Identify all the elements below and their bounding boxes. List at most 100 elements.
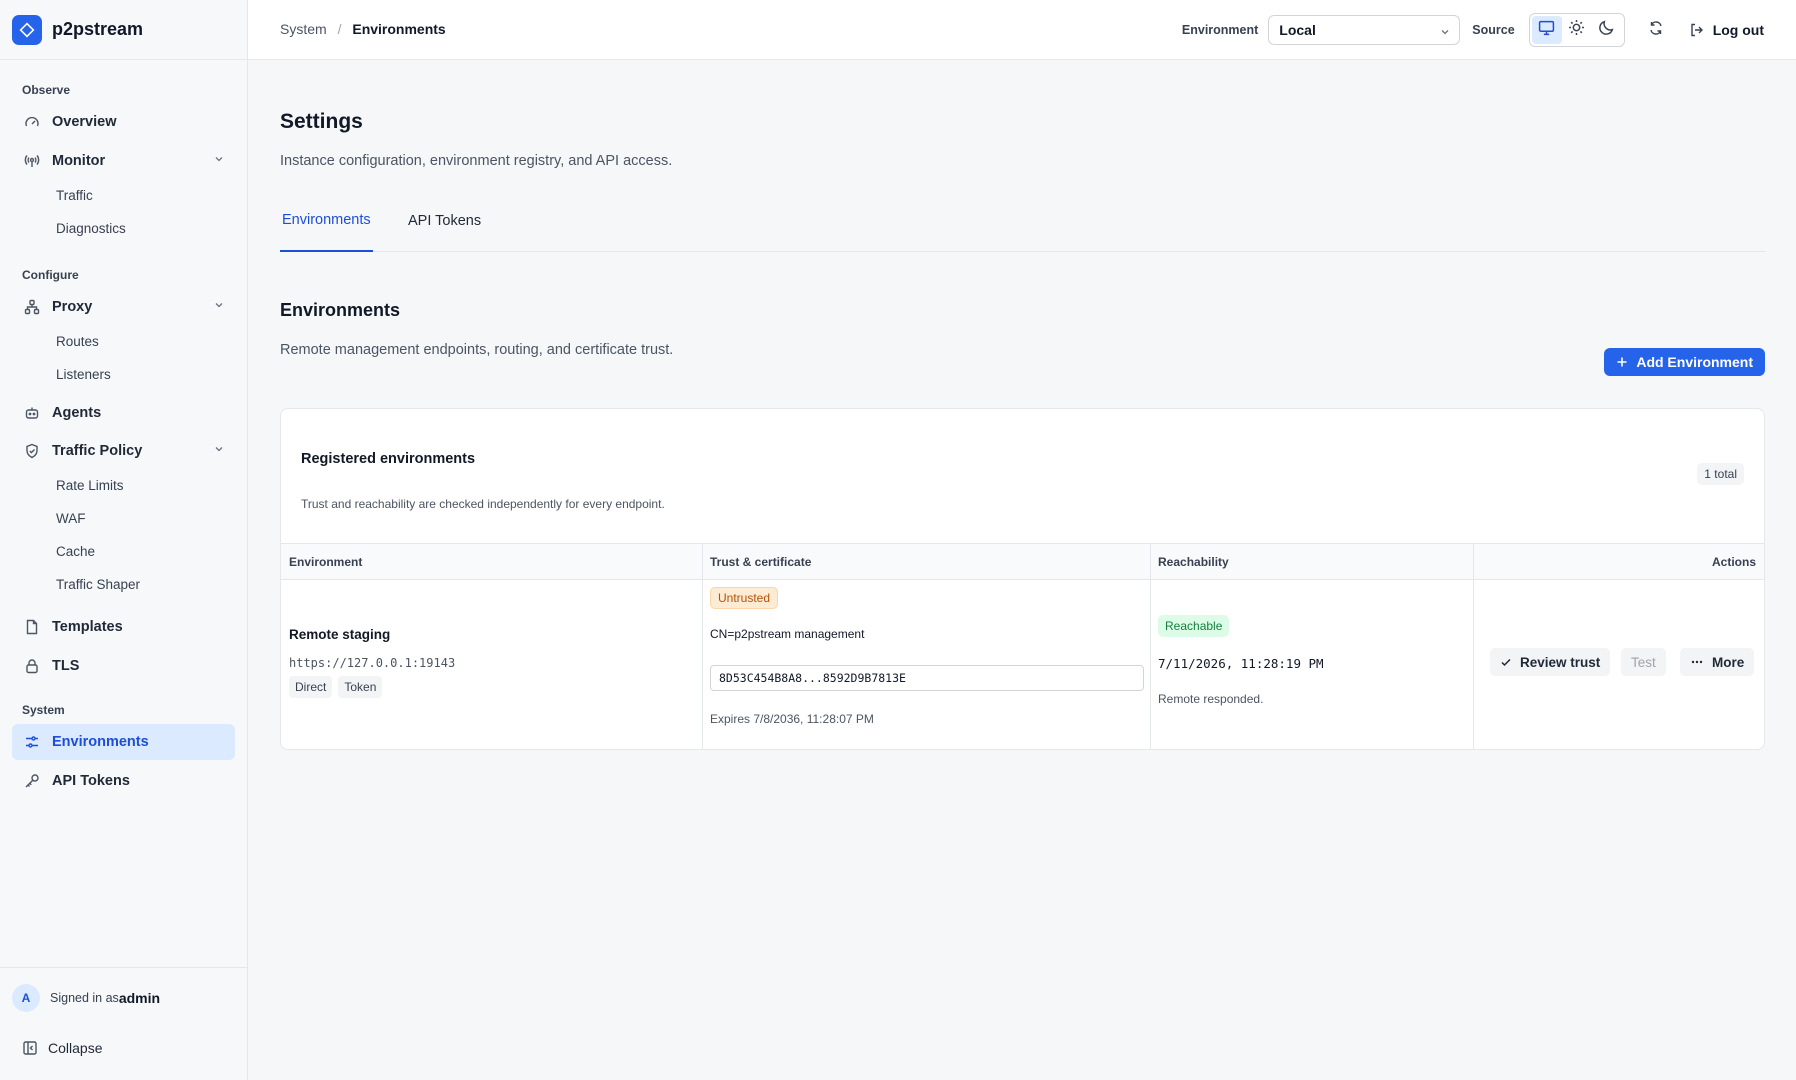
- chevron-down-icon: [213, 443, 225, 459]
- environment-tags: Direct Token: [289, 676, 388, 698]
- theme-switcher: [1528, 13, 1625, 47]
- brand[interactable]: p2pstream: [0, 0, 247, 60]
- sidebar-item-templates[interactable]: Templates: [12, 609, 235, 645]
- sidebar-item-api-tokens[interactable]: API Tokens: [12, 763, 235, 799]
- column-divider: [1473, 544, 1474, 749]
- environment-name: Remote staging: [289, 627, 391, 642]
- registered-environments-card: Registered environments Trust and reacha…: [280, 408, 1765, 750]
- sidebar: p2pstream Observe Overview Monitor Traff…: [0, 0, 248, 1080]
- sidebar-item-label: Traffic Policy: [52, 443, 143, 459]
- source-label: Source: [1472, 23, 1515, 37]
- certificate-cn: CN=p2pstream management: [710, 627, 865, 641]
- sidebar-subitem-listeners[interactable]: Listeners: [12, 358, 235, 391]
- sidebar-item-tls[interactable]: TLS: [12, 648, 235, 684]
- add-environment-label: Add Environment: [1636, 354, 1753, 370]
- refresh-button[interactable]: [1641, 15, 1671, 45]
- tab-environments[interactable]: Environments: [280, 190, 373, 252]
- logout-label: Log out: [1712, 22, 1764, 38]
- signed-in-prefix: Signed in as: [50, 991, 119, 1005]
- plus-icon: [1616, 356, 1628, 368]
- column-header-reachability: Reachability: [1158, 555, 1229, 569]
- brand-logo-icon: [12, 14, 42, 45]
- environment-select-value: Local: [1279, 22, 1316, 38]
- brand-name: p2pstream: [52, 19, 144, 39]
- settings-tabs: Environments API Tokens: [280, 190, 1766, 252]
- signed-in-username: admin: [118, 990, 161, 1006]
- theme-system-button[interactable]: [1531, 16, 1562, 44]
- lock-icon: [22, 656, 42, 676]
- check-icon: [1501, 658, 1511, 667]
- tag-token: Token: [338, 676, 383, 698]
- test-button[interactable]: Test: [1621, 648, 1666, 676]
- breadcrumb: System / Environments: [280, 21, 446, 37]
- review-trust-label: Review trust: [1520, 654, 1601, 670]
- chevron-down-icon: [213, 153, 225, 169]
- sidebar-item-monitor[interactable]: Monitor: [12, 143, 235, 179]
- sidebar-item-proxy[interactable]: Proxy: [12, 289, 235, 325]
- sidebar-subitem-rate-limits[interactable]: Rate Limits: [12, 469, 235, 502]
- column-divider: [1150, 544, 1151, 749]
- breadcrumb-parent[interactable]: System: [280, 21, 327, 37]
- card-subtitle: Trust and reachability are checked indep…: [301, 497, 665, 511]
- table-header: Environment Trust & certificate Reachabi…: [281, 544, 1764, 580]
- certificate-fingerprint-field[interactable]: 8D53C454B8A8...8592D9B7813E: [710, 665, 1144, 691]
- sidebar-subitem-diagnostics[interactable]: Diagnostics: [12, 212, 235, 245]
- sidebar-subitem-cache[interactable]: Cache: [12, 535, 235, 568]
- column-header-actions: Actions: [1711, 555, 1756, 569]
- radio-tower-icon: [22, 151, 42, 171]
- tag-direct: Direct: [289, 676, 333, 698]
- sidebar-item-label: Proxy: [52, 299, 93, 315]
- nav-section-system: System: [22, 703, 65, 717]
- sidebar-item-agents[interactable]: Agents: [12, 395, 235, 431]
- shield-icon: [22, 441, 42, 461]
- untrusted-badge: Untrusted: [710, 587, 779, 609]
- page-title: Settings: [280, 110, 363, 133]
- top-bar-controls: Environment Local Source Log out: [1182, 0, 1772, 60]
- sidebar-item-traffic-policy[interactable]: Traffic Policy: [12, 433, 235, 469]
- sidebar-subitem-routes[interactable]: Routes: [12, 325, 235, 358]
- environment-select[interactable]: Local: [1268, 15, 1461, 45]
- key-icon: [22, 771, 42, 791]
- chevron-down-icon: [213, 299, 225, 315]
- moon-icon: [1598, 19, 1615, 41]
- bot-icon: [22, 403, 42, 423]
- sidebar-subitem-traffic-shaper[interactable]: Traffic Shaper: [12, 568, 235, 601]
- signed-in-user: A Signed in as admin: [0, 968, 247, 1028]
- file-icon: [22, 617, 42, 637]
- sliders-icon: [22, 732, 42, 752]
- nav-section-configure: Configure: [22, 268, 79, 282]
- sidebar-item-label: Monitor: [52, 153, 106, 169]
- sidebar-item-label: TLS: [52, 658, 80, 674]
- more-horizontal-icon: [1691, 660, 1703, 664]
- sidebar-item-environments[interactable]: Environments: [12, 724, 235, 760]
- sidebar-subitem-traffic[interactable]: Traffic: [12, 179, 235, 212]
- sidebar-item-label: Agents: [52, 405, 102, 421]
- column-divider: [702, 544, 703, 749]
- trust-status: Untrusted: [710, 587, 779, 609]
- sidebar-item-overview[interactable]: Overview: [12, 104, 235, 140]
- refresh-icon: [1648, 20, 1664, 41]
- column-header-environment: Environment: [289, 555, 363, 569]
- avatar: A: [12, 984, 40, 1012]
- logout-button[interactable]: Log out: [1681, 15, 1772, 45]
- sidebar-collapse-icon: [22, 1040, 38, 1056]
- sidebar-item-label: Overview: [52, 114, 117, 130]
- tab-api-tokens[interactable]: API Tokens: [408, 190, 481, 252]
- logout-icon: [1690, 23, 1703, 37]
- theme-light-button[interactable]: [1562, 16, 1592, 44]
- sidebar-item-label: API Tokens: [52, 773, 130, 789]
- environments-table: Environment Trust & certificate Reachabi…: [281, 543, 1764, 749]
- collapse-button[interactable]: Collapse: [0, 1028, 247, 1068]
- more-button[interactable]: More: [1680, 648, 1755, 676]
- sidebar-subitem-waf[interactable]: WAF: [12, 502, 235, 535]
- breadcrumb-separator: /: [337, 21, 342, 37]
- add-environment-button[interactable]: Add Environment: [1604, 348, 1765, 376]
- main-content: Settings Instance configuration, environ…: [248, 60, 1796, 1080]
- collapse-label: Collapse: [48, 1040, 103, 1056]
- review-trust-button[interactable]: Review trust: [1490, 648, 1611, 676]
- environment-url: https://127.0.0.1:19143: [289, 656, 456, 670]
- gauge-icon: [22, 112, 42, 132]
- sidebar-item-label: Templates: [52, 619, 123, 635]
- theme-dark-button[interactable]: [1592, 16, 1622, 44]
- test-label: Test: [1631, 654, 1656, 670]
